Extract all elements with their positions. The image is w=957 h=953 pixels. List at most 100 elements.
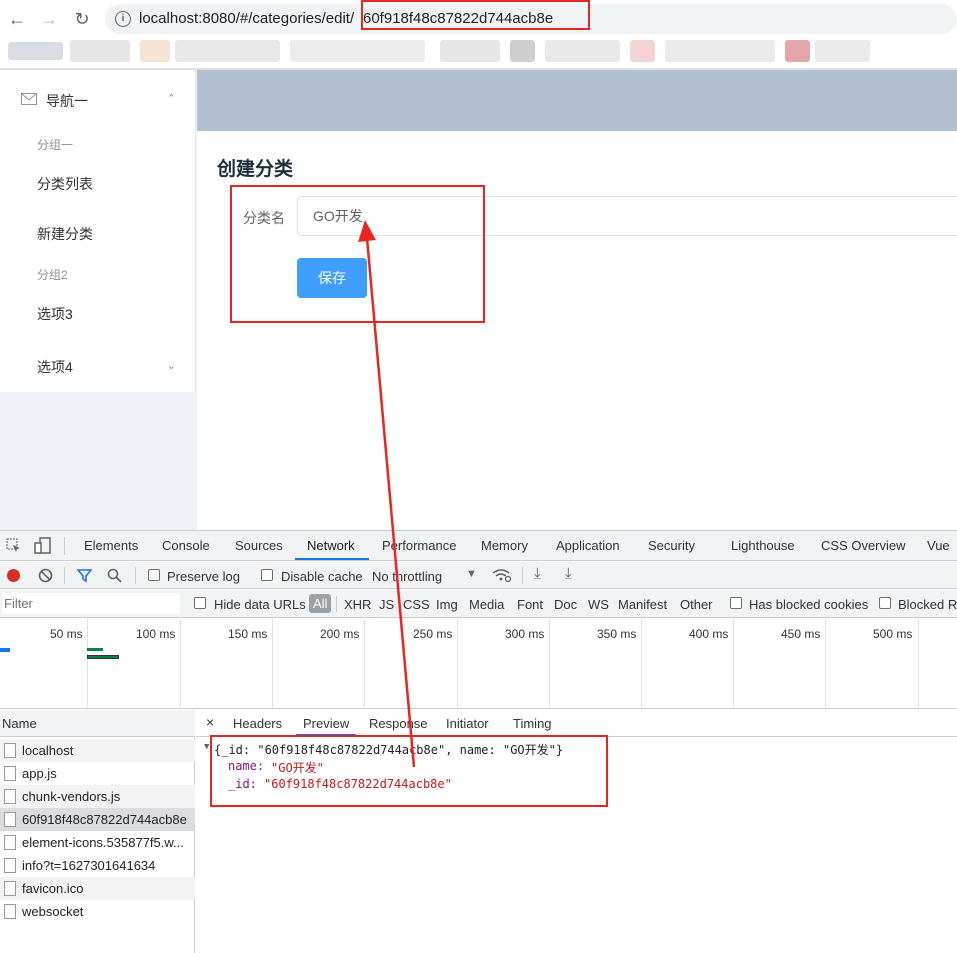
name-column-header[interactable]: Name <box>0 710 195 737</box>
request-row[interactable]: favicon.ico <box>0 877 195 900</box>
has-blocked-cookies-checkbox[interactable] <box>730 597 742 609</box>
divider <box>522 567 523 584</box>
tab-console[interactable]: Console <box>162 538 210 553</box>
request-row[interactable]: websocket <box>0 900 195 923</box>
filter-type-xhr[interactable]: XHR <box>344 597 371 612</box>
request-name: element-icons.535877f5.w... <box>22 835 184 850</box>
filter-type-doc[interactable]: Doc <box>554 597 577 612</box>
disable-cache-checkbox[interactable] <box>261 569 273 581</box>
network-timeline[interactable]: 50 ms 100 ms 150 ms 200 ms 250 ms 300 ms… <box>0 619 957 709</box>
tab-headers[interactable]: Headers <box>233 716 282 731</box>
filter-type-img[interactable]: Img <box>436 597 458 612</box>
submenu-nav1[interactable]: 导航一 ⌃ <box>0 90 196 110</box>
hide-data-urls-checkbox[interactable] <box>194 597 206 609</box>
filter-input[interactable] <box>2 593 180 614</box>
tick-line <box>825 619 826 709</box>
request-name: localhost <box>22 743 74 758</box>
tab-network[interactable]: Network <box>307 538 355 553</box>
tick-line <box>549 619 550 709</box>
inspect-icon[interactable] <box>6 538 22 554</box>
tab-security[interactable]: Security <box>648 538 695 553</box>
filter-type-media[interactable]: Media <box>469 597 504 612</box>
divider <box>64 567 65 584</box>
blurred-bookmark <box>290 40 425 62</box>
request-row[interactable]: chunk-vendors.js <box>0 785 195 808</box>
tab-timing[interactable]: Timing <box>513 716 552 731</box>
main-header <box>197 70 957 131</box>
file-icon <box>4 743 16 758</box>
request-row[interactable]: element-icons.535877f5.w... <box>0 831 195 854</box>
filter-type-font[interactable]: Font <box>517 597 543 612</box>
disable-cache-label: Disable cache <box>281 569 363 584</box>
tab-lighthouse[interactable]: Lighthouse <box>731 538 795 553</box>
device-toolbar-icon[interactable] <box>34 537 52 555</box>
blurred-bookmark <box>665 40 775 62</box>
throttling-select[interactable]: No throttling <box>372 569 442 584</box>
search-icon[interactable] <box>107 568 122 583</box>
info-icon[interactable]: i <box>115 11 131 27</box>
tab-preview[interactable]: Preview <box>303 716 349 731</box>
active-tab-indicator <box>295 558 369 560</box>
has-blocked-cookies-label: Has blocked cookies <box>749 597 869 612</box>
filter-type-css[interactable]: CSS <box>403 597 430 612</box>
tick-line <box>87 619 88 709</box>
close-icon[interactable]: × <box>206 714 214 730</box>
divider <box>336 596 337 612</box>
request-name: websocket <box>22 904 84 919</box>
request-row[interactable]: localhost <box>0 739 195 762</box>
request-row[interactable]: info?t=1627301641634 <box>0 854 195 877</box>
import-har-icon[interactable]: ⤓ <box>534 565 541 582</box>
preserve-log-checkbox[interactable] <box>148 569 160 581</box>
reload-icon[interactable]: ↻ <box>71 8 93 30</box>
request-name: chunk-vendors.js <box>22 789 121 804</box>
divider <box>135 567 136 584</box>
message-icon <box>21 93 37 105</box>
submenu-option4[interactable]: 选项4 ⌄ <box>0 357 196 377</box>
tick-line <box>457 619 458 709</box>
menu-item-new-category[interactable]: 新建分类 <box>0 224 196 244</box>
tab-application[interactable]: Application <box>556 538 620 553</box>
preserve-log-label: Preserve log <box>167 569 240 584</box>
filter-icon[interactable] <box>77 568 92 583</box>
tab-initiator[interactable]: Initiator <box>446 716 489 731</box>
menu-item-category-list[interactable]: 分类列表 <box>0 174 196 194</box>
request-name: info?t=1627301641634 <box>22 858 156 873</box>
tab-css-overview[interactable]: CSS Overview <box>821 538 906 553</box>
url-host: localhost:8080/#/categories/edit/ <box>139 10 355 27</box>
tab-performance[interactable]: Performance <box>382 538 456 553</box>
clear-icon[interactable] <box>38 568 53 583</box>
filter-type-js[interactable]: JS <box>379 597 394 612</box>
tick-label: 250 ms <box>413 627 453 641</box>
request-row[interactable]: app.js <box>0 762 195 785</box>
blocked-requests-checkbox[interactable] <box>879 597 891 609</box>
filter-type-ws[interactable]: WS <box>588 597 609 612</box>
submenu-nav1-title: 导航一 <box>46 93 88 109</box>
expand-triangle-icon[interactable]: ▼ <box>204 742 209 752</box>
forward-icon[interactable]: → <box>38 8 60 30</box>
tick-line <box>272 619 273 709</box>
tab-vue[interactable]: Vue <box>927 538 950 553</box>
blurred-bookmark <box>8 42 63 60</box>
request-row-selected[interactable]: 60f918f48c87822d744acb8e <box>0 808 195 831</box>
blurred-bookmark <box>630 40 655 62</box>
network-conditions-icon[interactable] <box>492 568 512 583</box>
blurred-bookmark <box>545 40 620 62</box>
tab-memory[interactable]: Memory <box>481 538 528 553</box>
record-icon[interactable] <box>7 569 20 582</box>
back-icon[interactable]: ← <box>6 8 28 30</box>
menu-item-option3[interactable]: 选项3 <box>0 304 196 324</box>
sidebar: 导航一 ⌃ 分组一 分类列表 新建分类 分组2 选项3 选项4 ⌄ <box>0 70 197 530</box>
menu-item-label: 选项3 <box>37 306 73 322</box>
export-har-icon[interactable]: ⤓ <box>565 565 572 582</box>
filter-type-all[interactable]: All <box>309 594 332 613</box>
filter-type-manifest[interactable]: Manifest <box>618 597 667 612</box>
tab-elements[interactable]: Elements <box>84 538 138 553</box>
hide-data-urls-label: Hide data URLs <box>214 597 306 612</box>
tab-response[interactable]: Response <box>369 716 428 731</box>
tab-sources[interactable]: Sources <box>235 538 283 553</box>
tick-line <box>180 619 181 709</box>
group-title-1: 分组一 <box>37 138 74 152</box>
network-toolbar: Preserve log Disable cache No throttling… <box>0 562 957 589</box>
filter-type-other[interactable]: Other <box>680 597 713 612</box>
file-icon <box>4 812 16 827</box>
